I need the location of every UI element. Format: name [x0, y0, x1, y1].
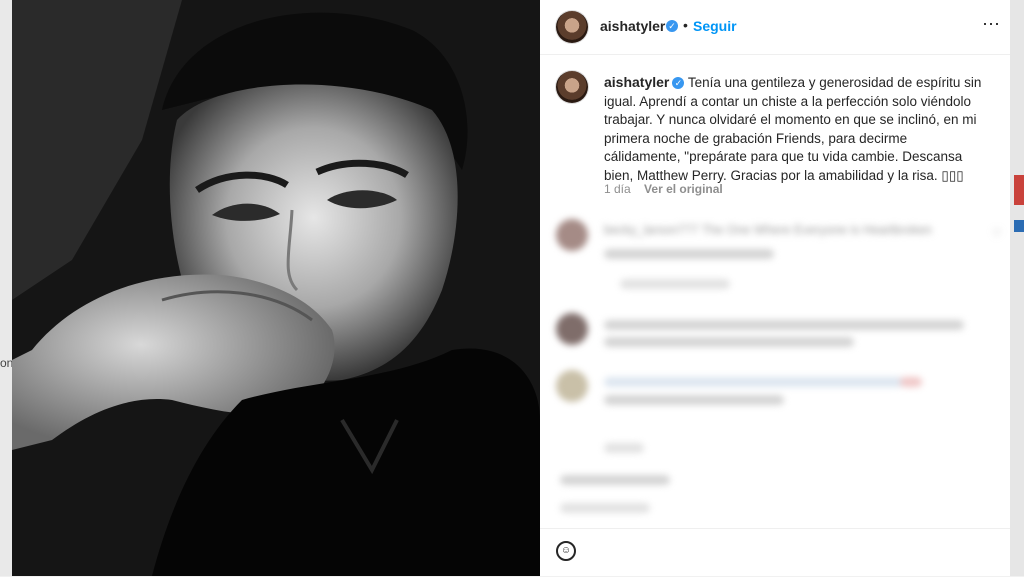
- comments-list: becky_larson777 The One Where Everyone i…: [540, 205, 1010, 525]
- caption-text-block: aishatyler ✓ Tenía una gentileza y genero…: [604, 73, 986, 185]
- emoji-icon[interactable]: ☺: [556, 541, 576, 561]
- comment-placeholder-line: [620, 279, 730, 289]
- comment-placeholder-line: [604, 337, 854, 347]
- comment-placeholder-line: [604, 320, 964, 330]
- comment-placeholder-line: [560, 475, 670, 485]
- caption-meta: 1 día Ver el original: [604, 182, 733, 196]
- comment-avatar[interactable]: [556, 219, 588, 251]
- post-header: aishatyler ✓ • Seguir ⋯: [540, 0, 1010, 55]
- timestamp: 1 día: [604, 182, 631, 196]
- background-edge-right: [1010, 0, 1024, 576]
- like-heart-icon[interactable]: ♡: [992, 227, 1002, 240]
- verified-badge-icon: ✓: [666, 20, 678, 32]
- comment-avatar[interactable]: [556, 370, 588, 402]
- see-original-link[interactable]: Ver el original: [644, 182, 723, 196]
- comment-placeholder-line: [900, 377, 922, 387]
- comment-avatar[interactable]: [556, 313, 588, 345]
- comment-placeholder-line: [560, 503, 650, 513]
- follow-button[interactable]: Seguir: [693, 18, 737, 34]
- separator-dot: •: [683, 17, 688, 33]
- add-comment-bar: ☺: [540, 528, 1010, 577]
- header-username[interactable]: aishatyler: [600, 18, 665, 34]
- post-side-panel: aishatyler ✓ • Seguir ⋯ aishatyler ✓ Tení…: [540, 0, 1010, 576]
- portrait-image: [12, 0, 540, 576]
- avatar[interactable]: [556, 11, 588, 43]
- comment-placeholder-line: [604, 443, 644, 453]
- background-tab-red: [1014, 175, 1024, 205]
- caption-username[interactable]: aishatyler: [604, 74, 669, 90]
- post-caption: aishatyler ✓ Tenía una gentileza y genero…: [540, 55, 1010, 205]
- more-options-icon[interactable]: ⋯: [982, 14, 1001, 35]
- verified-badge-icon: ✓: [672, 77, 685, 90]
- comment-text: becky_larson777 The One Where Everyone i…: [604, 223, 932, 237]
- background-edge-left: on: [0, 0, 13, 576]
- caption-body: Tenía una gentileza y generosidad de esp…: [604, 75, 982, 183]
- comment-placeholder-line: [604, 249, 774, 259]
- post-photo[interactable]: [12, 0, 540, 576]
- comment-placeholder-line: [604, 377, 904, 387]
- background-tab-blue: [1014, 220, 1024, 232]
- caption-avatar[interactable]: [556, 71, 588, 103]
- comment-placeholder-line: [604, 395, 784, 405]
